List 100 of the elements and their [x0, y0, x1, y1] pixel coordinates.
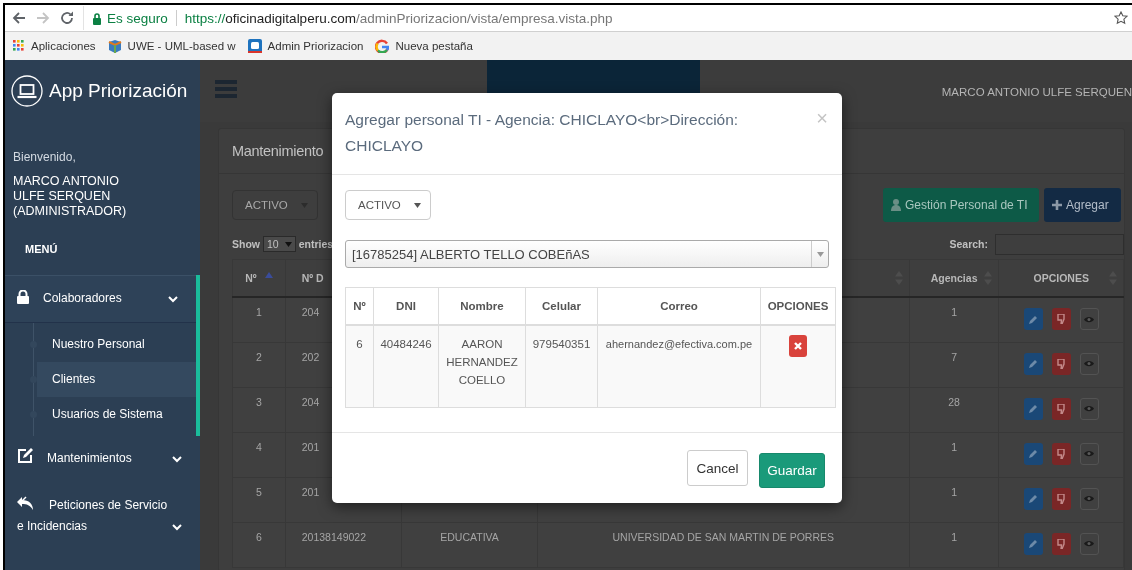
modal-title: Agregar personal TI - Agencia: CHICLAYO<br>Dirección: CHICLAYO: [345, 110, 740, 156]
column-header[interactable]: Nº: [245, 272, 257, 284]
star-icon: [1114, 11, 1128, 25]
chevron-down-icon: [168, 296, 178, 303]
submenu-item[interactable]: Nuestro Personal: [37, 327, 196, 362]
forward-icon: [35, 10, 51, 26]
column-header[interactable]: Agencias: [930, 272, 978, 284]
page-size-select[interactable]: 10: [263, 236, 296, 252]
ring-icon: [375, 39, 390, 53]
dislike-button[interactable]: [1051, 532, 1071, 555]
dislike-button[interactable]: [1051, 352, 1071, 375]
user-icon: [891, 199, 901, 211]
table-cell: 1: [951, 485, 958, 498]
laptop-icon: [11, 75, 43, 107]
menu-item[interactable]: Peticiones de Servicio e Incidencias: [5, 483, 200, 551]
pencil-icon: [1028, 404, 1038, 413]
thumbs-down-icon: [1056, 403, 1066, 414]
table-cell: 3: [255, 395, 262, 408]
search-label: Search:: [949, 238, 988, 250]
table-cell: 979540351: [525, 325, 598, 408]
thumbs-down-icon: [1056, 358, 1066, 369]
close-icon: [794, 342, 802, 350]
user-name: MARCO ANTONIO ULFE SERQUEN (ADMINISTRADOR): [12, 173, 128, 219]
back-icon: [11, 10, 27, 26]
table-cell: ahernandez@efectiva.com.pe: [597, 325, 761, 408]
eye-icon: [1084, 315, 1095, 323]
column-header[interactable]: OPCIONES: [1033, 272, 1089, 284]
eye-icon: [1084, 360, 1095, 367]
table-cell: 204: [301, 306, 320, 318]
menu-heading: MENÚ: [24, 242, 59, 257]
manage-button[interactable]: Gestión Personal de TI: [883, 188, 1039, 222]
table-cell: 201: [301, 440, 320, 453]
menu-item[interactable]: Colaboradores: [5, 275, 196, 323]
dislike-button[interactable]: [1051, 487, 1071, 510]
table-cell: 7: [951, 350, 958, 363]
cube-icon: [107, 38, 122, 54]
eye-icon: [1084, 450, 1095, 457]
submenu-item[interactable]: Usuarios de Sistema: [37, 397, 196, 432]
cancel-button[interactable]: Cancel: [687, 450, 748, 486]
table-cell: 1: [951, 440, 958, 453]
edit-button[interactable]: [1023, 397, 1043, 420]
reload-icon: [59, 10, 75, 26]
menu-icon: [215, 80, 237, 98]
submenu-item[interactable]: Clientes: [37, 362, 196, 397]
eye-icon: [1084, 405, 1095, 412]
table-cell: 6: [345, 325, 374, 408]
eye-icon: [1084, 495, 1095, 502]
view-button[interactable]: [1079, 487, 1099, 510]
delete-button[interactable]: [789, 335, 807, 357]
person-select[interactable]: [16785254] ALBERTO TELLO COBEñAS: [345, 240, 829, 268]
show-label: Show: [232, 238, 260, 250]
view-button[interactable]: [1079, 397, 1099, 420]
bookmark[interactable]: UWE - UML-based w: [107, 38, 236, 54]
address-bar[interactable]: Es seguro https://oficinadigitalperu.com/adminPriorizacion/vista/empresa.vista.php: [83, 6, 1106, 30]
table-cell: 1: [255, 306, 262, 318]
view-button[interactable]: [1079, 442, 1099, 465]
status-select[interactable]: ACTIVO: [232, 190, 318, 220]
edit-button[interactable]: [1023, 442, 1043, 465]
eye-icon: [1084, 540, 1095, 547]
pencil-icon: [1028, 449, 1038, 458]
view-button[interactable]: [1079, 308, 1099, 330]
caret-icon: [816, 251, 824, 257]
view-button[interactable]: [1079, 532, 1099, 555]
column-header[interactable]: Nº D: [301, 272, 324, 284]
view-button[interactable]: [1079, 352, 1099, 375]
security-label: Es seguro: [107, 10, 168, 26]
table-cell: UNIVERSIDAD DE SAN MARTIN DE PORRES: [612, 530, 834, 543]
welcome-text: Bienvenido,: [12, 149, 77, 164]
thumbs-down-icon: [1056, 493, 1066, 504]
bookmark[interactable]: Admin Priorizacion: [247, 39, 364, 53]
menu-item[interactable]: Mantenimientos: [5, 436, 200, 483]
edit-button[interactable]: [1023, 487, 1043, 510]
thumbs-down-icon: [1056, 448, 1066, 459]
apps-grid-icon: [13, 40, 25, 52]
dislike-button[interactable]: [1051, 308, 1071, 330]
caret-icon: [284, 241, 292, 247]
pencil-icon: [1028, 314, 1038, 324]
dislike-button[interactable]: [1051, 442, 1071, 465]
add-button[interactable]: Agregar: [1044, 188, 1121, 222]
url-text: https://oficinadigitalperu.com/adminPriorizacion/vista/empresa.vista.php: [184, 10, 613, 26]
bookmark[interactable]: Nueva pestaña: [375, 39, 473, 53]
chevron-down-icon: [172, 524, 182, 531]
dislike-button[interactable]: [1051, 397, 1071, 420]
pencil-icon: [1028, 494, 1038, 503]
status-select[interactable]: ACTIVO: [345, 190, 431, 220]
pencil-icon: [1028, 539, 1038, 548]
edit-button[interactable]: [1023, 532, 1043, 555]
table-cell: 1: [951, 530, 958, 543]
thumbs-down-icon: [1056, 314, 1066, 324]
table-cell: 5: [255, 485, 262, 498]
lock-icon: [92, 11, 102, 25]
table-cell: AARON HERNANDEZ COELLO: [438, 325, 526, 408]
edit-button[interactable]: [1023, 352, 1043, 375]
edit-button[interactable]: [1023, 308, 1043, 330]
save-button[interactable]: Guardar: [759, 452, 825, 488]
table-cell: 28: [948, 395, 960, 408]
bookmark[interactable]: Aplicaciones: [13, 40, 96, 52]
lock-icon: [17, 290, 29, 304]
table-cell: 40484246: [373, 325, 439, 408]
table-cell: 202: [301, 350, 320, 363]
